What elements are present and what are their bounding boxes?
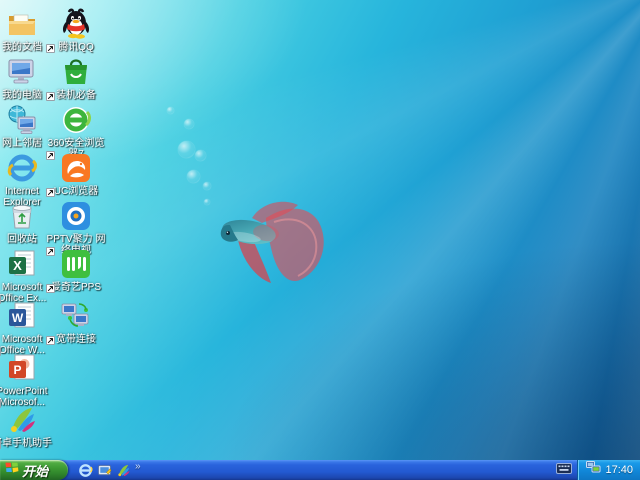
svg-text:W: W <box>12 311 24 325</box>
start-label: 开始 <box>22 463 49 479</box>
show-desktop-icon[interactable] <box>97 463 112 478</box>
svg-text:X: X <box>13 258 22 273</box>
desktop-icon-qq[interactable]: 腾讯QQ <box>46 8 106 53</box>
keyboard-icon <box>556 461 573 479</box>
shortcut-arrow-icon <box>46 336 55 345</box>
icon-label: 装机必备 <box>56 90 96 101</box>
bubble <box>167 107 174 114</box>
betta-fish <box>220 201 324 283</box>
desktop-icon-excel[interactable]: X Microsoft Office Ex... <box>0 248 52 304</box>
icon-label: 宽带连接 <box>56 334 96 345</box>
bubble <box>187 170 200 183</box>
iqiyi-pps-icon <box>60 248 92 280</box>
icon-label: 我的文档 <box>2 42 42 53</box>
taskbar-empty-area <box>147 460 552 480</box>
taskbar: 开始 » 17:40 <box>0 460 640 480</box>
internet-explorer-icon[interactable] <box>78 463 93 478</box>
media-app-icon[interactable] <box>116 463 131 478</box>
icon-label: 好卓手机助手 <box>0 438 52 449</box>
bubble <box>184 119 194 129</box>
haozhuo-icon <box>6 404 38 436</box>
bubble <box>195 150 206 161</box>
shortcut-arrow-icon <box>46 44 55 53</box>
desktop-icon-recycle-bin[interactable]: 回收站 <box>0 200 52 245</box>
desktop-icon-powerpoint[interactable]: P PowerPoint Microsof... <box>0 352 52 408</box>
system-tray: 17:40 <box>577 460 640 480</box>
quick-launch-overflow-chevron[interactable]: » <box>135 462 141 472</box>
pptv-icon <box>60 200 92 232</box>
excel-icon: X <box>6 248 38 280</box>
network-status-icon[interactable] <box>586 461 601 479</box>
svg-text:P: P <box>13 363 21 377</box>
broadband-connection-icon <box>60 300 92 332</box>
icon-label: 网上邻居 <box>2 138 42 149</box>
desktop-icon-network-places[interactable]: 网上邻居 <box>0 104 52 149</box>
uc-browser-icon <box>60 152 92 184</box>
my-computer-icon <box>6 56 38 88</box>
shortcut-arrow-icon <box>0 440 1 449</box>
powerpoint-icon: P <box>6 352 38 384</box>
language-bar[interactable] <box>551 460 577 480</box>
recycle-bin-icon <box>6 200 38 232</box>
shortcut-arrow-icon <box>46 284 55 293</box>
zhuangji-bibei-icon <box>60 56 92 88</box>
desktop-icon-broadband[interactable]: 宽带连接 <box>46 300 106 345</box>
network-places-icon <box>6 104 38 136</box>
desktop-icon-iqiyi[interactable]: 爱奇艺PPS <box>46 248 106 293</box>
desktop-icon-uc-browser[interactable]: UC浏览器 <box>46 152 106 197</box>
shortcut-arrow-icon <box>46 92 55 101</box>
bubble <box>203 182 211 190</box>
icon-label: 腾讯QQ <box>58 42 94 53</box>
qq-icon <box>60 8 92 40</box>
quick-launch-bar: » <box>68 460 147 480</box>
start-button[interactable]: 开始 <box>0 460 68 480</box>
desktop-icon-my-documents[interactable]: 我的文档 <box>0 8 52 53</box>
desktop-icon-zhuangji[interactable]: 装机必备 <box>46 56 106 101</box>
word-icon: W <box>6 300 38 332</box>
icon-label: UC浏览器 <box>53 186 99 197</box>
internet-explorer-icon <box>6 152 38 184</box>
windows-logo-icon <box>5 461 19 479</box>
icon-label: 爱奇艺PPS <box>50 282 101 293</box>
taskbar-clock[interactable]: 17:40 <box>605 464 633 476</box>
desktop-icon-my-computer[interactable]: 我的电脑 <box>0 56 52 101</box>
my-documents-icon <box>6 8 38 40</box>
icon-label: 我的电脑 <box>2 90 42 101</box>
desktop: 我的文档 我的电脑 网上邻居 Internet Explorer 回收站 X M… <box>0 0 640 480</box>
desktop-icon-haozhuo[interactable]: 好卓手机助手 <box>0 404 52 449</box>
shortcut-arrow-icon <box>46 188 55 197</box>
360-browser-icon <box>60 104 92 136</box>
icon-label: 回收站 <box>7 234 37 245</box>
bubble <box>178 141 195 158</box>
desktop-icon-word[interactable]: W Microsoft Office W... <box>0 300 52 356</box>
bubble <box>204 199 210 205</box>
